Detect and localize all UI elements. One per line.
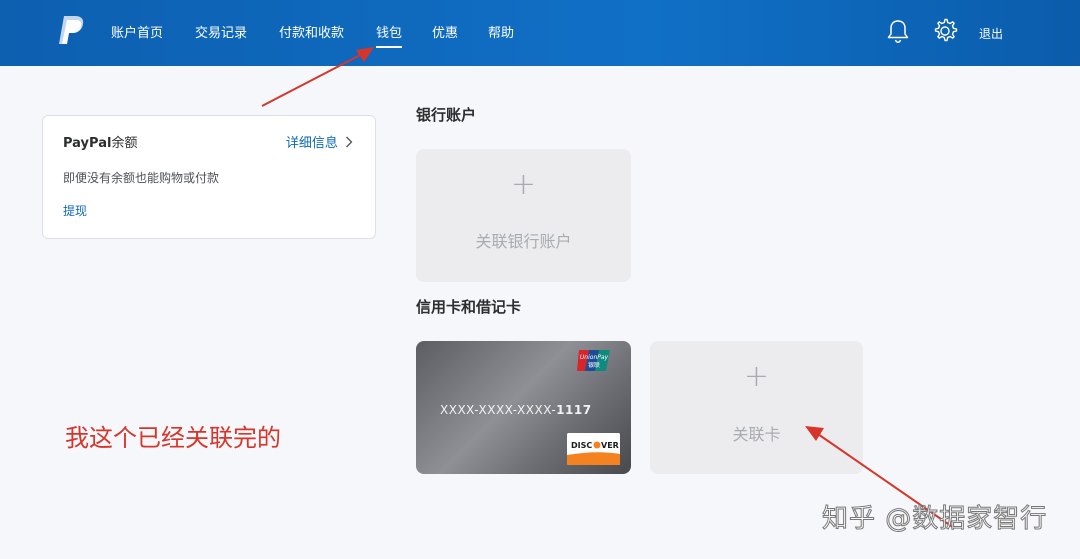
unionpay-logo: UnionPay 银联: [577, 350, 610, 371]
balance-description: 即便没有余额也能购物或付款: [63, 171, 220, 185]
plus-icon: +: [743, 359, 770, 394]
link-bank-account-tile[interactable]: + 关联银行账户: [416, 149, 631, 282]
balance-title: PayPal余额: [63, 132, 137, 151]
watermark: 知乎 @数据家智行: [821, 504, 1048, 535]
chevron-right-icon: [346, 136, 353, 148]
svg-text:DISC: DISC: [571, 441, 592, 450]
logout-link[interactable]: 退出: [979, 25, 1003, 42]
details-link[interactable]: 详细信息: [286, 132, 353, 151]
gear-icon[interactable]: [932, 18, 958, 44]
bell-icon[interactable]: [886, 18, 910, 44]
withdraw-link[interactable]: 提现: [63, 202, 87, 219]
link-bank-account-label: 关联银行账户: [475, 232, 572, 251]
link-card-tile[interactable]: + 关联卡: [650, 341, 863, 474]
card-number-masked: XXXX-XXXX-XXXX-: [440, 403, 557, 417]
annotation-text: 我这个已经关联完的: [65, 424, 281, 452]
discover-logo: DISC VER: [567, 433, 620, 465]
cards-section-title: 信用卡和借记卡: [416, 298, 522, 316]
nav-help[interactable]: 帮助: [488, 22, 514, 41]
details-link-label[interactable]: 详细信息: [286, 136, 338, 151]
top-nav-bar: 账户首页 交易记录 付款和收款 钱包 优惠 帮助 退出: [0, 0, 1080, 66]
linked-card[interactable]: UnionPay 银联 XXXX-XXXX-XXXX-1117 DISC VER: [416, 341, 631, 474]
link-card-label: 关联卡: [732, 425, 781, 444]
nav-account-home[interactable]: 账户首页: [111, 22, 163, 41]
nav-offers[interactable]: 优惠: [432, 22, 458, 41]
card-number: XXXX-XXXX-XXXX-1117: [440, 403, 592, 417]
plus-icon: +: [510, 167, 537, 202]
nav-wallet[interactable]: 钱包: [376, 22, 403, 48]
svg-text:UnionPay: UnionPay: [580, 354, 609, 361]
balance-title-suffix: 余额: [111, 136, 138, 151]
nav-send-receive[interactable]: 付款和收款: [279, 22, 344, 41]
svg-text:银联: 银联: [588, 361, 600, 369]
bank-section-title: 银行账户: [416, 106, 477, 124]
balance-title-brand: PayPal: [63, 136, 112, 151]
paypal-logo[interactable]: [56, 14, 86, 48]
card-last-four: 1117: [556, 403, 592, 417]
nav-transactions[interactable]: 交易记录: [195, 22, 247, 41]
paypal-balance-card: PayPal余额 详细信息 即便没有余额也能购物或付款 提现: [42, 115, 376, 239]
svg-text:VER: VER: [601, 441, 619, 450]
